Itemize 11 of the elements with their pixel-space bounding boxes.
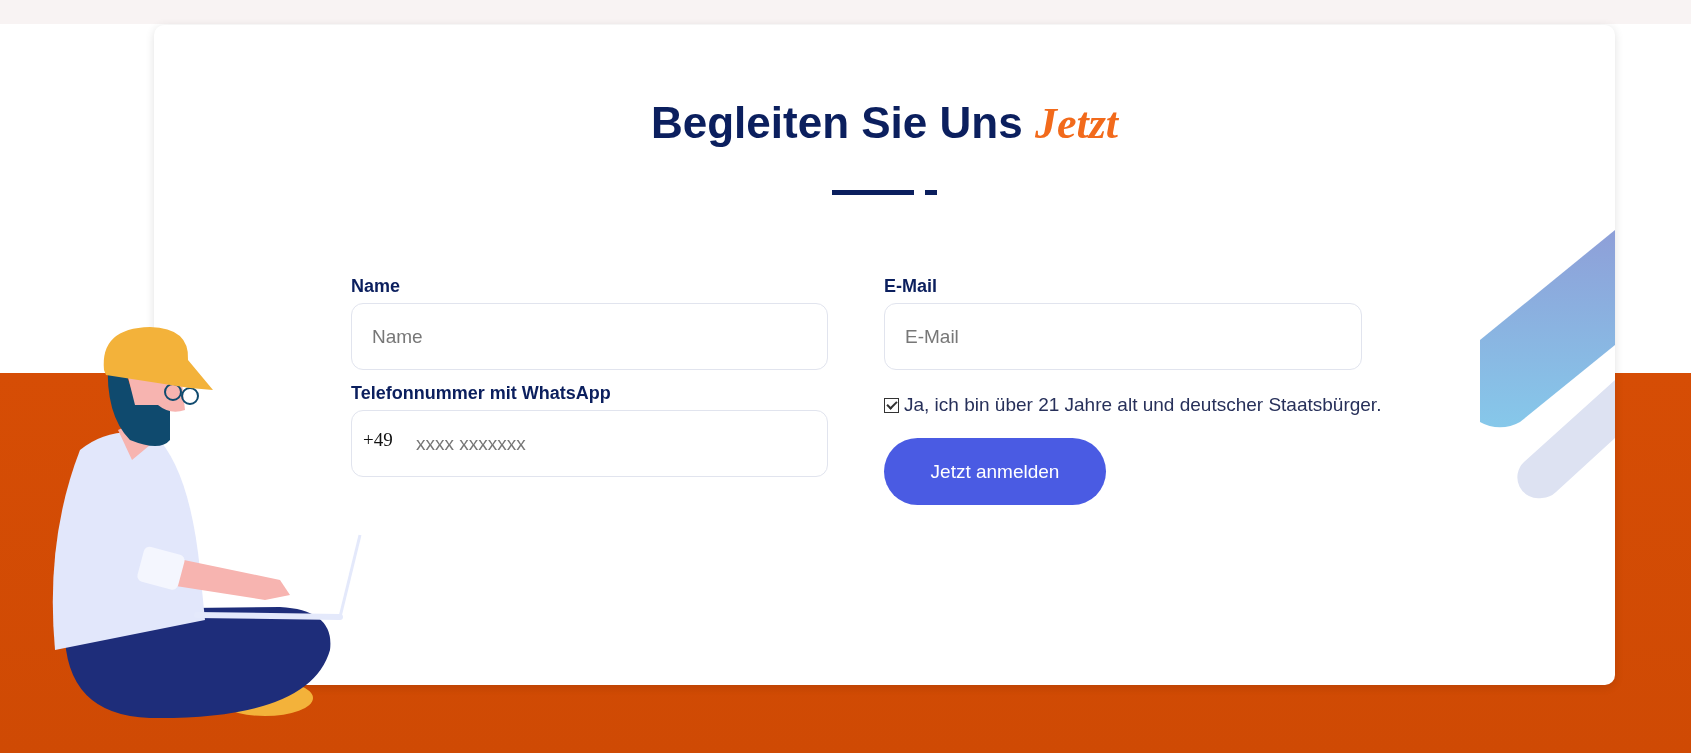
field-label: Name — [351, 275, 402, 297]
page-heading: Begleiten Sie Uns Jetzt — [651, 97, 1118, 150]
country-code: +49 — [363, 429, 393, 451]
field-label: E-Mail — [884, 275, 938, 297]
consent-text: Ja, ich bin über 21 Jahre alt und deutscher Staatsbürger. — [904, 394, 1382, 416]
field-label: Telefonnummer mit WhatsApp — [351, 382, 612, 404]
checkbox[interactable] — [884, 397, 899, 413]
submit-button[interactable]: Jetzt anmelden — [884, 438, 1106, 505]
input-field[interactable]: E-Mail — [884, 303, 1362, 370]
divider-dash — [925, 190, 937, 195]
input-field[interactable]: Name — [351, 303, 828, 370]
